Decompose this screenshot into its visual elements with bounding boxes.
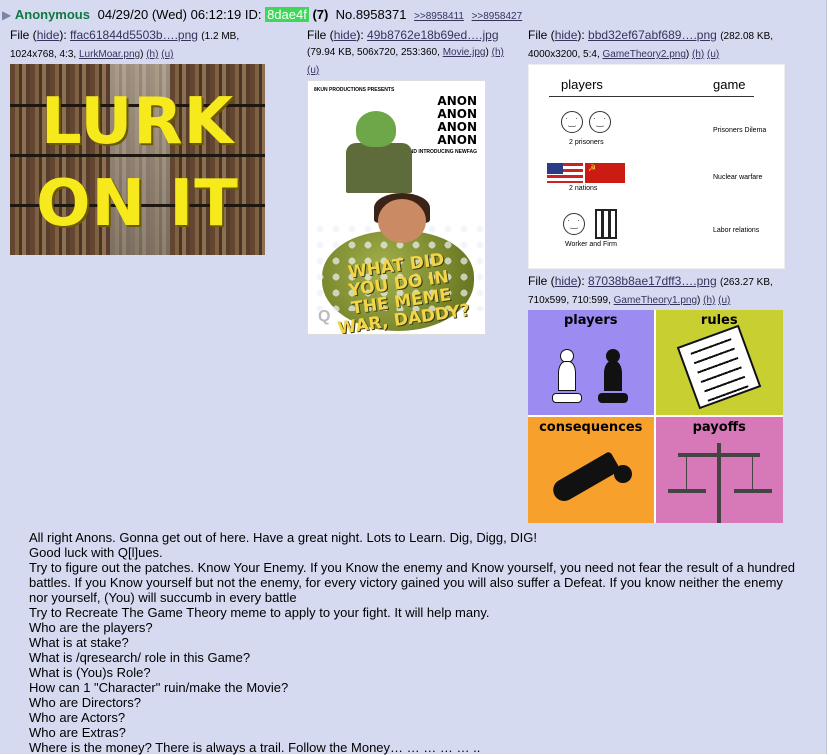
quadrant-payoffs: payoffs (655, 416, 783, 523)
h-link[interactable]: (h) (146, 49, 158, 60)
file-size: 79.94 KB, 506x720, 253:360, (310, 47, 440, 58)
file-info: File (hide): 87038b8ae17dff3….png (263.2… (528, 274, 773, 306)
file-thumbnail[interactable]: players rules consequences payoffs (528, 310, 783, 523)
firm-building-icon (595, 209, 617, 239)
body-line: All right Anons. Gonna get out of here. … (29, 530, 538, 545)
prisoner-face-icon: ˙‿˙ (589, 111, 611, 133)
h-link[interactable]: (h) (492, 47, 504, 58)
ussr-flag-icon: ☭ (585, 163, 625, 183)
file-thumbnail[interactable]: players game ˙‿˙ ˙‿˙ 2 prisoners Prisone… (528, 64, 785, 269)
row-game: Labor relations (713, 227, 760, 234)
row-caption: Worker and Firm (565, 241, 617, 248)
file-dims: 4000x3200, 5:4, (528, 49, 600, 60)
u-link[interactable]: (u) (707, 49, 719, 60)
post-date: 04/29/20 (Wed) 06:12:19 (97, 7, 242, 22)
frog-head-icon (356, 111, 396, 147)
usa-flag-icon (547, 163, 583, 183)
file-size: 282.08 KB, (723, 31, 774, 42)
file-name-link[interactable]: 87038b8ae17dff3….png (588, 274, 717, 288)
file-dims: 1024x768, 4:3, (10, 49, 77, 60)
thumb-text-lurk: LURK (40, 85, 235, 159)
file-thumbnail[interactable]: 8KUN PRODUCTIONS PRESENTS ANON ANON ANON… (307, 80, 486, 335)
file-size: 263.27 KB, (723, 277, 773, 288)
file-3: File (hide): bbd32ef67abf689….png (282.0… (528, 27, 818, 269)
poster-name: Anonymous (14, 7, 90, 22)
original-filename-link[interactable]: Movie.jpg (443, 47, 486, 58)
fallen-pawn-icon (549, 450, 621, 505)
file-info: File (hide): 49b8762e18b69ed….jpg (79.94… (307, 28, 504, 76)
backlink[interactable]: >>8958427 (472, 11, 523, 22)
file-thumbnail[interactable]: LURK ON IT (10, 64, 265, 255)
file-4: File (hide): 87038b8ae17dff3….png (263.2… (528, 273, 818, 523)
body-line: How can 1 "Character" ruin/make the Movi… (29, 680, 289, 695)
poster-introducing: AND INTRODUCING NEWFAG (406, 149, 477, 155)
post-menu-arrow-icon[interactable]: ▶ (2, 8, 11, 22)
poster-post-count: (7) (312, 7, 329, 22)
file-size: 1.2 MB (204, 31, 237, 42)
poster-producer: 8KUN PRODUCTIONS PRESENTS (314, 87, 395, 93)
hide-link[interactable]: hide (555, 28, 578, 42)
poster-id-label: ID: (244, 7, 262, 22)
u-link[interactable]: (u) (307, 65, 319, 76)
rules-paper-icon (676, 324, 761, 410)
file-info: File (hide): bbd32ef67abf689….png (282.0… (528, 28, 774, 60)
file-name-link[interactable]: 49b8762e18b69ed….jpg (367, 28, 498, 42)
post-body: All right Anons. Gonna get out of here. … (29, 530, 799, 755)
hide-link[interactable]: hide (37, 28, 60, 42)
black-pawn-icon (598, 348, 628, 403)
frog-soldier-figure (346, 143, 412, 193)
file-label: File (528, 274, 548, 288)
u-link[interactable]: (u) (718, 295, 730, 306)
quadrant-rules: rules (655, 310, 783, 417)
body-line: Try to Recreate The Game Theory meme to … (29, 605, 490, 620)
file-label: File (10, 28, 30, 42)
poster-anon-credits: ANON ANON ANON ANON (437, 94, 477, 147)
post-container: ▶ Anonymous 04/29/20 (Wed) 06:12:19 ID: … (0, 0, 827, 755)
file-info: File (hide): ffac61844d5503b….png (1.2 M… (10, 28, 240, 60)
woman-figure (378, 199, 426, 243)
h-link[interactable]: (h) (692, 49, 704, 60)
h-link[interactable]: (h) (703, 295, 715, 306)
original-filename-link[interactable]: GameTheory2.png (603, 49, 686, 60)
diagram-header-players: players (561, 77, 603, 92)
file-dims: 710x599, 710:599, (528, 295, 611, 306)
body-line: Good luck with Q[l]ues. (29, 545, 163, 560)
file-2: File (hide): 49b8762e18b69ed….jpg (79.94… (307, 27, 522, 335)
original-filename-link[interactable]: GameTheory1.png (614, 295, 697, 306)
body-line: Who are the players? (29, 620, 153, 635)
post-intro: ▶ Anonymous 04/29/20 (Wed) 06:12:19 ID: … (2, 7, 522, 22)
post-number[interactable]: No.8958371 (336, 7, 407, 22)
body-line: What is (You)s Role? (29, 665, 151, 680)
white-pawn-icon (552, 348, 582, 403)
quadrant-players: players (528, 310, 656, 417)
u-link[interactable]: (u) (161, 49, 173, 60)
diagram-header-game: game (713, 77, 746, 92)
original-filename-link[interactable]: LurkMoar.png (79, 49, 140, 60)
file-name-link[interactable]: bbd32ef67abf689….png (588, 28, 717, 42)
poster-q-mark: Q (318, 308, 331, 325)
body-line: Try to figure out the patches. Know Your… (29, 560, 796, 605)
quadrant-consequences: consequences (528, 416, 656, 523)
body-line: What is at stake? (29, 635, 129, 650)
body-line: Where is the money? There is always a tr… (29, 740, 481, 755)
row-game: Nuclear warfare (713, 174, 763, 181)
body-line: Who are Actors? (29, 710, 126, 725)
hide-link[interactable]: hide (334, 28, 357, 42)
row-caption: 2 nations (569, 185, 598, 192)
prisoner-face-icon: ˙‿˙ (561, 111, 583, 133)
file-label: File (528, 28, 548, 42)
worker-face-icon: ˙‿˙ (563, 213, 585, 235)
file-1: File (hide): ffac61844d5503b….png (1.2 M… (10, 27, 290, 255)
poster-id[interactable]: 8dae4f (265, 7, 309, 22)
body-line: Who are Extras? (29, 725, 126, 740)
file-name-link[interactable]: ffac61844d5503b….png (70, 28, 198, 42)
row-game: Prisoners Dilema (713, 127, 767, 134)
body-line: Who are Directors? (29, 695, 141, 710)
file-label: File (307, 28, 327, 42)
hide-link[interactable]: hide (555, 274, 578, 288)
body-line: What is /qresearch/ role in this Game? (29, 650, 251, 665)
backlink[interactable]: >>8958411 (414, 11, 464, 22)
thumb-text-on-it: ON IT (36, 167, 239, 241)
row-caption: 2 prisoners (569, 139, 604, 146)
